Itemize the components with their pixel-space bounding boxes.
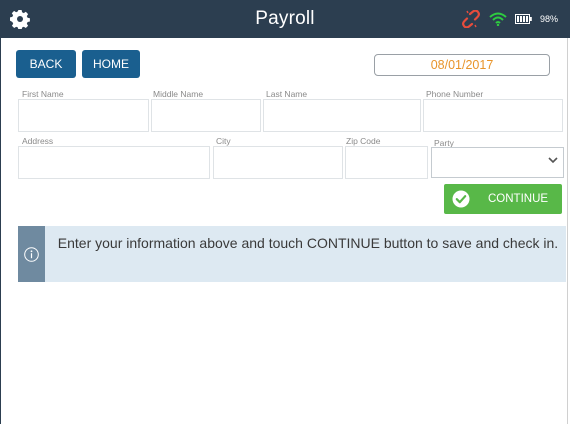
chevron-down-icon [548, 157, 558, 164]
zip-code-label: Zip Code [346, 136, 381, 146]
info-icon [24, 247, 39, 262]
phone-field[interactable] [423, 99, 563, 132]
continue-button[interactable]: CONTINUE [444, 184, 562, 214]
info-banner: Enter your information above and touch C… [18, 226, 566, 282]
address-label: Address [22, 136, 54, 146]
info-message: Enter your information above and touch C… [57, 235, 559, 251]
last-name-label: Last Name [266, 89, 308, 99]
wifi-icon [489, 12, 507, 26]
date-display[interactable]: 08/01/2017 [374, 54, 550, 76]
status-icons: 98% [461, 0, 558, 38]
home-button[interactable]: HOME [82, 50, 140, 78]
first-name-field[interactable] [18, 99, 149, 132]
battery-percent: 98% [539, 14, 558, 24]
broken-link-icon [462, 10, 480, 28]
zip-code-field[interactable] [345, 146, 428, 179]
info-strip [18, 226, 45, 282]
back-button[interactable]: BACK [16, 50, 76, 78]
check-circle-icon [452, 190, 470, 208]
battery-icon [514, 14, 532, 24]
first-name-label: First Name [22, 89, 64, 99]
top-bar: Payroll 98% [0, 0, 570, 38]
city-label: City [216, 136, 231, 146]
party-select[interactable] [431, 147, 564, 178]
middle-name-label: Middle Name [153, 89, 204, 99]
middle-name-field[interactable] [151, 99, 261, 132]
last-name-field[interactable] [263, 99, 421, 132]
continue-label: CONTINUE [488, 193, 549, 205]
address-field[interactable] [18, 146, 210, 179]
phone-label: Phone Number [426, 89, 484, 99]
city-field[interactable] [213, 146, 343, 179]
